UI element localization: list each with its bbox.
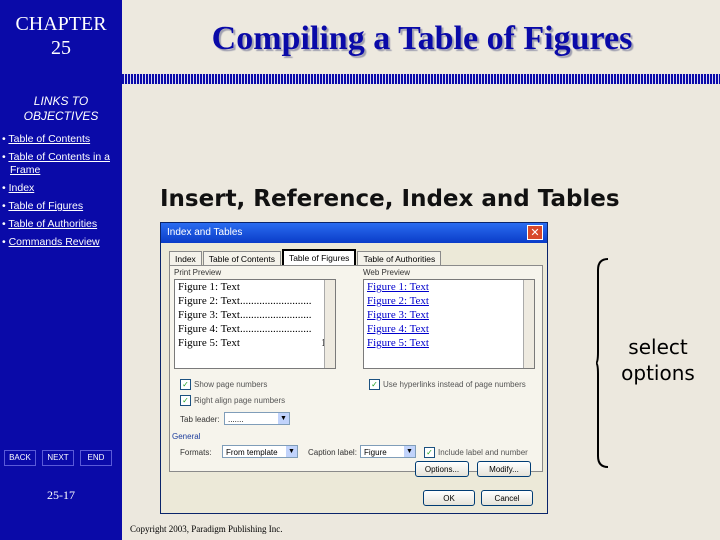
tab-leader-label: Tab leader: <box>180 415 220 424</box>
callout-line1: select <box>628 335 688 359</box>
list-item: Figure 5: Text10 <box>175 336 335 350</box>
chapter-number: 25 <box>51 37 71 59</box>
formats-select[interactable]: From template ▼ <box>222 445 298 458</box>
callout-line2: options <box>621 361 695 385</box>
preview-entry: Figure 4: Text.......................... <box>178 323 312 335</box>
preview-entry: Figure 1: Text <box>178 281 240 293</box>
objective-link-index[interactable]: • Index <box>2 182 120 195</box>
links-heading-line2: OBJECTIVES <box>23 109 99 123</box>
menu-path-heading: Insert, Reference, Index and Tables <box>160 186 620 212</box>
list-item: Figure 3: Text..........................… <box>175 308 335 322</box>
include-label-number-checkbox[interactable]: ✓ Include label and number <box>424 447 528 458</box>
caption-value: Figure <box>364 448 387 457</box>
objective-link-authorities[interactable]: • Table of Authorities <box>2 218 120 231</box>
objective-link-toc-frame[interactable]: • Table of Contents in a Frame <box>2 151 120 177</box>
chevron-down-icon: ▼ <box>286 446 297 457</box>
links-heading-line1: LINKS TO <box>33 94 89 108</box>
preview-entry: Figure 2: Text.......................... <box>178 295 312 307</box>
web-preview-link[interactable]: Figure 2: Text <box>364 294 534 308</box>
cancel-button[interactable]: Cancel <box>481 490 533 506</box>
web-preview-link[interactable]: Figure 3: Text <box>364 308 534 322</box>
chapter-word: CHAPTER <box>15 13 107 35</box>
dialog-title-bar: Index and Tables ✕ <box>161 223 547 243</box>
check-icon: ✓ <box>424 447 435 458</box>
web-preview-link[interactable]: Figure 4: Text <box>364 322 534 336</box>
end-button[interactable]: END <box>80 450 112 466</box>
check-icon: ✓ <box>369 379 380 390</box>
checkbox-label: Include label and number <box>438 448 528 457</box>
objective-link-label: Table of Authorities <box>8 218 98 230</box>
callout-text: select options <box>606 334 710 386</box>
checkbox-label: Use hyperlinks instead of page numbers <box>383 380 526 389</box>
tab-leader-select[interactable]: ....... ▼ <box>224 412 290 425</box>
copyright-notice: Copyright 2003, Paradigm Publishing Inc. <box>130 524 283 534</box>
web-preview-scrollbar[interactable] <box>523 280 534 368</box>
objective-link-commands-review[interactable]: • Commands Review <box>2 236 120 249</box>
links-heading: LINKS TO OBJECTIVES <box>0 94 122 124</box>
objectives-list: • Table of Contents • Table of Contents … <box>2 133 120 254</box>
caption-label-label: Caption label: <box>308 448 357 457</box>
list-item: Figure 1: Text1 <box>175 280 335 294</box>
list-item: Figure 4: Text..........................… <box>175 322 335 336</box>
sidebar: CHAPTER 25 LINKS TO OBJECTIVES • Table o… <box>0 0 122 540</box>
show-page-numbers-checkbox[interactable]: ✓ Show page numbers <box>180 379 267 390</box>
next-button[interactable]: NEXT <box>42 450 74 466</box>
back-button[interactable]: BACK <box>4 450 36 466</box>
objective-link-label: Table of Figures <box>8 200 84 212</box>
chevron-down-icon: ▼ <box>404 446 415 457</box>
modify-button[interactable]: Modify... <box>477 461 531 477</box>
page-number: 25-17 <box>47 488 75 502</box>
web-preview-link[interactable]: Figure 5: Text <box>364 336 534 350</box>
use-hyperlinks-checkbox[interactable]: ✓ Use hyperlinks instead of page numbers <box>369 379 526 390</box>
chevron-down-icon: ▼ <box>278 413 289 424</box>
title-divider <box>122 74 720 84</box>
right-align-checkbox[interactable]: ✓ Right align page numbers <box>180 395 285 406</box>
tab-leader-value: ....... <box>228 415 244 424</box>
print-preview-box: Figure 1: Text1 Figure 2: Text..........… <box>174 279 336 369</box>
objective-link-label: Commands Review <box>8 236 100 248</box>
checkbox-label: Right align page numbers <box>194 396 286 405</box>
list-item: Figure 2: Text..........................… <box>175 294 335 308</box>
checkbox-label: Show page numbers <box>194 380 268 389</box>
web-preview-label: Web Preview <box>363 268 410 277</box>
close-icon[interactable]: ✕ <box>527 225 543 240</box>
slide-title: Compiling a Table of Figures <box>211 20 633 57</box>
preview-entry: Figure 5: Text <box>178 337 240 349</box>
general-group-label: General <box>172 432 201 441</box>
objective-link-label: Table of Contents in a Frame <box>8 151 110 176</box>
web-preview-box: Figure 1: Text Figure 2: Text Figure 3: … <box>363 279 535 369</box>
print-preview-scrollbar[interactable] <box>324 280 335 368</box>
formats-value: From template <box>226 448 278 457</box>
objective-link-label: Table of Contents <box>8 133 91 145</box>
web-preview-link[interactable]: Figure 1: Text <box>364 280 534 294</box>
print-preview-label: Print Preview <box>174 268 222 277</box>
navigation-buttons: BACK NEXT END <box>4 450 118 466</box>
objective-link-toc[interactable]: • Table of Contents <box>2 133 120 146</box>
caption-label-select[interactable]: Figure ▼ <box>360 445 416 458</box>
ok-button[interactable]: OK <box>423 490 475 506</box>
chapter-label: CHAPTER 25 <box>0 0 122 74</box>
check-icon: ✓ <box>180 395 191 406</box>
dialog-title: Index and Tables <box>167 227 243 238</box>
tab-panel: Print Preview Web Preview Figure 1: Text… <box>169 265 543 472</box>
check-icon: ✓ <box>180 379 191 390</box>
objective-link-label: Index <box>8 182 35 194</box>
options-button[interactable]: Options... <box>415 461 469 477</box>
preview-entry: Figure 3: Text.......................... <box>178 309 312 321</box>
formats-label: Formats: <box>180 448 212 457</box>
index-and-tables-dialog: Index and Tables ✕ Index Table of Conten… <box>160 222 548 514</box>
objective-link-table-of-figures[interactable]: • Table of Figures <box>2 200 120 213</box>
